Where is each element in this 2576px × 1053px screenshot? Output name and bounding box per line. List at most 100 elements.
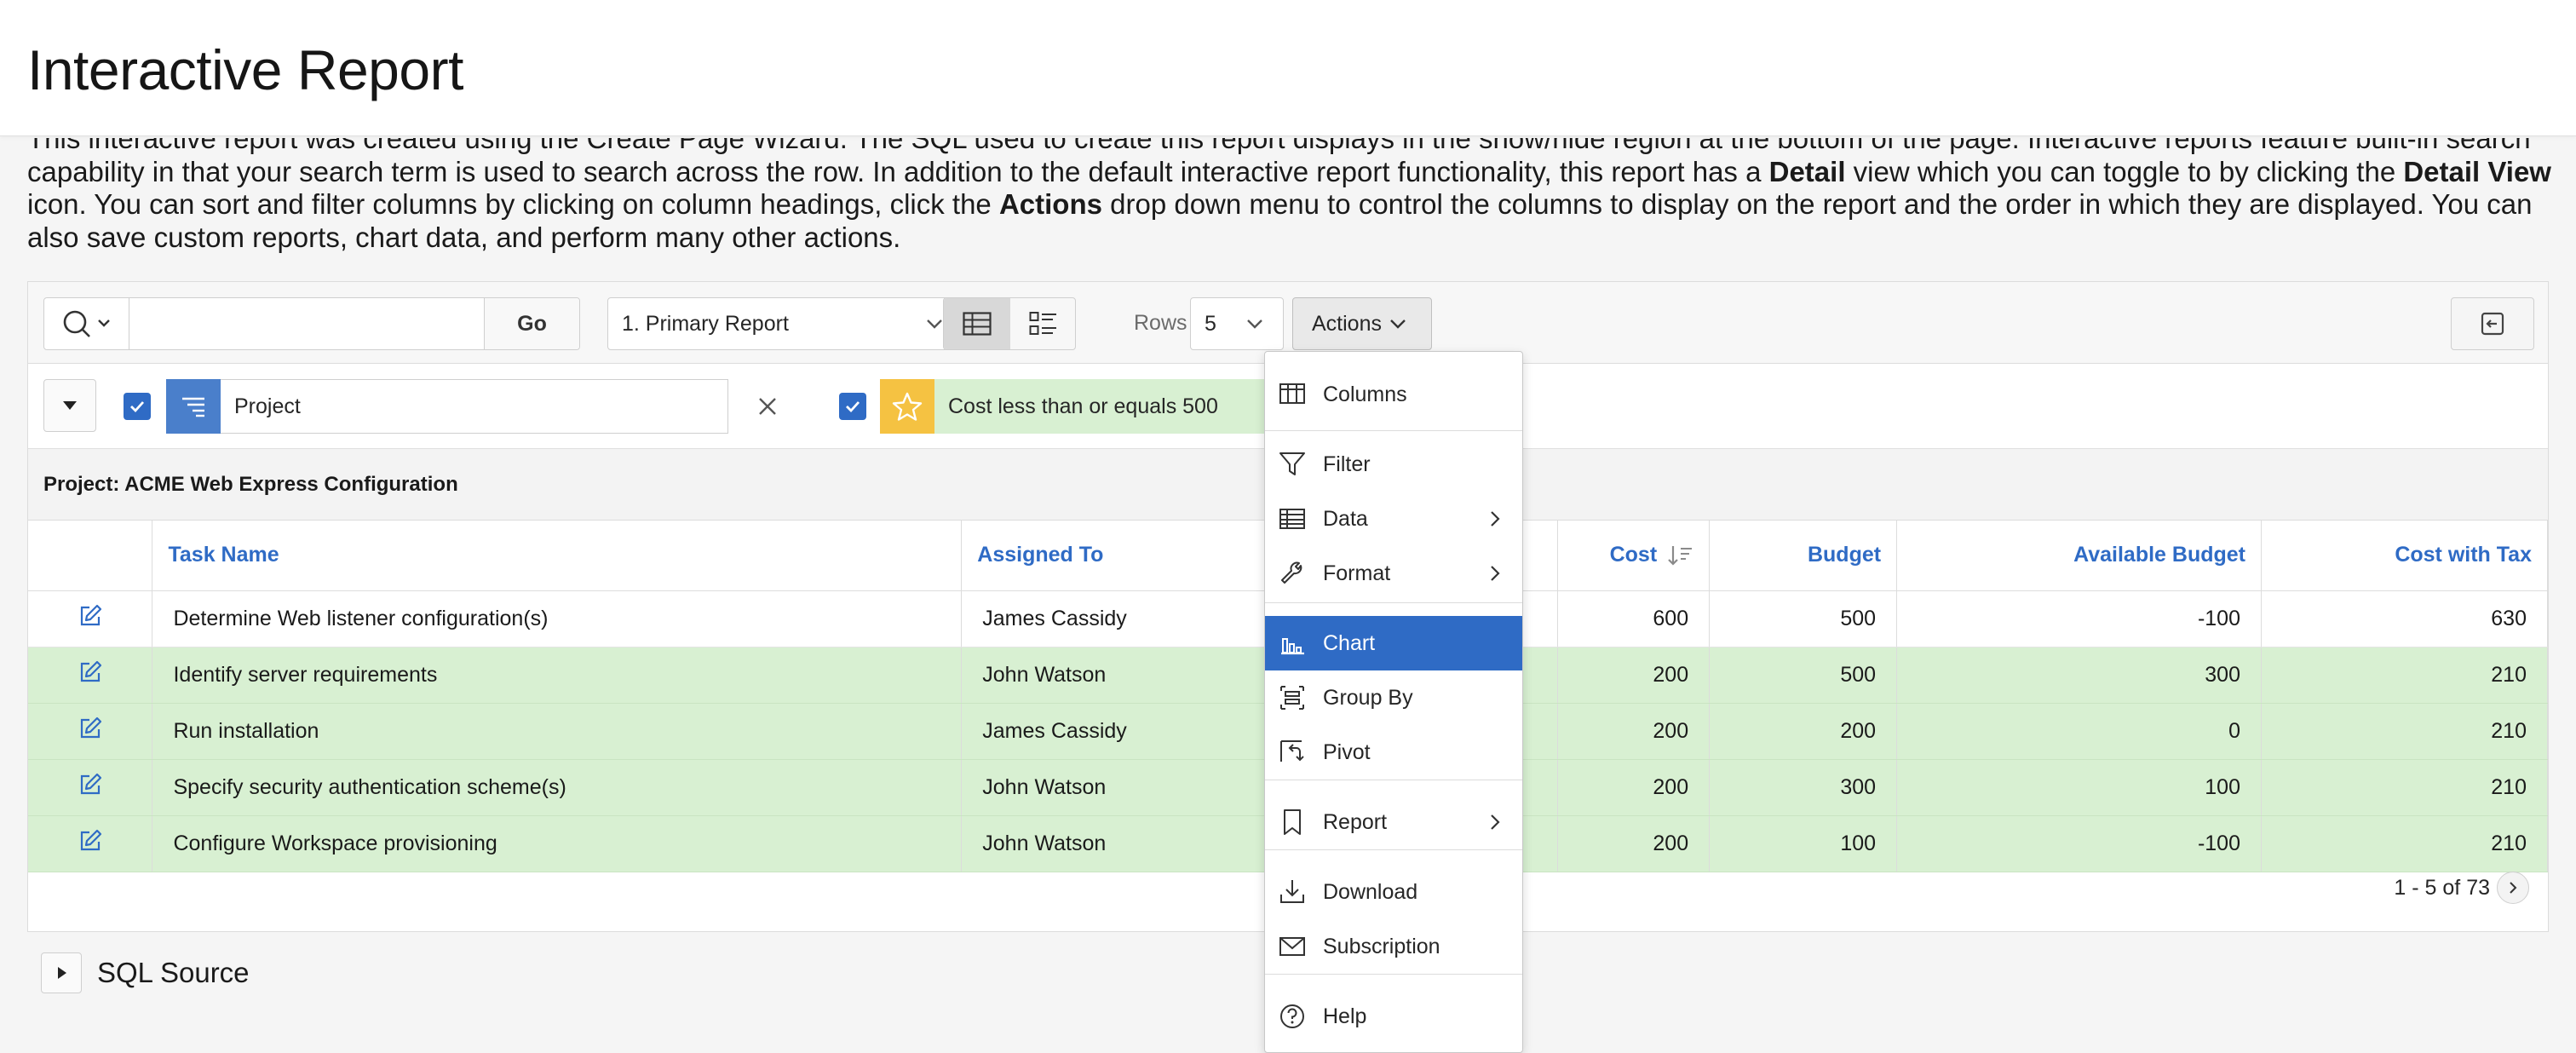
filter-icon <box>1279 452 1305 475</box>
cell-available-budget: -100 <box>1896 815 2262 872</box>
intro-part: view which you can toggle to by clicking… <box>1845 155 2404 187</box>
menu-item-label: Format <box>1323 561 1391 585</box>
menu-item-label: Data <box>1323 506 1368 531</box>
edit-cell <box>28 815 153 872</box>
intro-bold: Detail View <box>2403 155 2551 187</box>
view-toggle <box>943 297 1076 350</box>
edit-icon <box>80 773 101 794</box>
column-header-cost-with-tax[interactable]: Cost with Tax <box>2261 521 2548 591</box>
menu-item-group-by[interactable]: Group By <box>1265 670 1522 725</box>
pagination-range: 1 - 5 of 73 <box>2394 875 2490 900</box>
report-view-button[interactable] <box>944 298 1010 349</box>
edit-icon <box>80 604 101 625</box>
envelope-icon <box>1279 937 1305 956</box>
menu-separator <box>1265 974 1522 975</box>
cell-task-name: Identify server requirements <box>152 647 963 704</box>
menu-item-report[interactable]: Report <box>1265 795 1522 849</box>
actions-menu-button[interactable]: Actions <box>1292 297 1432 350</box>
edit-button[interactable] <box>78 716 103 747</box>
data-icon <box>1279 509 1305 529</box>
detail-view-button[interactable] <box>1010 298 1075 349</box>
cell-available-budget: -100 <box>1896 590 2262 647</box>
remove-control-break-button[interactable] <box>750 389 785 428</box>
search-column-menu[interactable] <box>44 298 129 349</box>
sql-source-toggle[interactable] <box>41 952 82 993</box>
menu-separator <box>1265 849 1522 850</box>
cell-cost-with-tax: 210 <box>2261 703 2548 760</box>
column-header-cost[interactable]: Cost <box>1557 521 1711 591</box>
chevron-right-icon <box>1491 566 1500 581</box>
actions-label: Actions <box>1312 311 1382 336</box>
menu-item-columns[interactable]: Columns <box>1265 367 1522 422</box>
grid-view-icon <box>963 312 992 336</box>
edit-cell <box>28 703 153 760</box>
column-header-budget[interactable]: Budget <box>1709 521 1898 591</box>
cell-budget: 500 <box>1709 590 1898 647</box>
menu-item-help[interactable]: Help <box>1265 989 1522 1044</box>
edit-cell <box>28 647 153 704</box>
sql-source-title[interactable]: SQL Source <box>97 957 250 989</box>
saved-report-value: 1. Primary Report <box>622 311 789 336</box>
cell-task-name: Run installation <box>152 703 963 760</box>
menu-item-chart[interactable]: Chart <box>1265 616 1522 670</box>
rows-value: 5 <box>1205 311 1216 336</box>
menu-item-label: Download <box>1323 879 1418 904</box>
menu-item-data[interactable]: Data <box>1265 492 1522 546</box>
intro-bold: Detail <box>1768 155 1846 187</box>
help-icon <box>1280 1004 1304 1028</box>
menu-item-label: Filter <box>1323 452 1371 476</box>
column-header-available-budget[interactable]: Available Budget <box>1896 521 2262 591</box>
reset-icon <box>2481 312 2504 336</box>
collapse-filters-button[interactable] <box>43 379 96 432</box>
rows-select[interactable]: 5 <box>1190 297 1284 350</box>
search-icon <box>63 310 110 337</box>
filter-checkbox[interactable] <box>839 393 866 420</box>
search-input[interactable] <box>129 298 486 349</box>
go-button[interactable]: Go <box>484 298 579 349</box>
menu-item-label: Report <box>1323 809 1388 834</box>
search-group: Go <box>43 297 580 350</box>
edit-button[interactable] <box>78 772 103 803</box>
reset-button[interactable] <box>2451 297 2534 350</box>
cell-cost: 200 <box>1557 703 1711 760</box>
menu-item-pivot[interactable]: Pivot <box>1265 725 1522 780</box>
menu-item-download[interactable]: Download <box>1265 865 1522 919</box>
menu-item-subscription[interactable]: Subscription <box>1265 919 1522 974</box>
close-icon <box>759 398 776 415</box>
edit-icon <box>80 716 101 738</box>
edit-button[interactable] <box>78 828 103 860</box>
menu-item-format[interactable]: Format <box>1265 546 1522 601</box>
chevron-right-icon <box>1491 511 1500 526</box>
filter-label: Cost less than or equals 500 <box>934 379 1292 434</box>
chart-icon <box>1281 638 1304 655</box>
sort-ascending-icon <box>1668 546 1693 566</box>
cell-cost-with-tax: 210 <box>2261 759 2548 816</box>
next-page-button[interactable] <box>2497 872 2529 904</box>
menu-separator <box>1265 430 1522 431</box>
menu-item-filter[interactable]: Filter <box>1265 437 1522 492</box>
intro-part: icon. You can sort and filter columns by… <box>27 188 999 220</box>
cell-cost-with-tax: 630 <box>2261 590 2548 647</box>
actions-menu: Columns Filter Data Format Chart Group By Pivo… <box>1264 351 1523 1053</box>
cell-task-name: Specify security authentication scheme(s… <box>152 759 963 816</box>
control-break-chip[interactable]: Project <box>166 379 728 434</box>
column-header-task-name[interactable]: Task Name <box>152 521 963 591</box>
cell-cost-with-tax: 210 <box>2261 647 2548 704</box>
edit-button[interactable] <box>78 603 103 635</box>
group-by-icon <box>1280 686 1304 710</box>
cell-cost-with-tax: 210 <box>2261 815 2548 872</box>
caret-down-icon <box>63 401 77 410</box>
control-break-checkbox[interactable] <box>124 393 151 420</box>
wrench-icon <box>1281 561 1302 584</box>
saved-report-select[interactable]: 1. Primary Report <box>607 297 963 350</box>
cost-header-label: Cost <box>1609 543 1658 567</box>
edit-button[interactable] <box>78 659 103 691</box>
cell-available-budget: 100 <box>1896 759 2262 816</box>
control-break-icon-box <box>166 379 221 434</box>
highlight-icon-box <box>880 379 934 434</box>
edit-cell <box>28 759 153 816</box>
chevron-down-icon <box>1390 319 1406 329</box>
cell-budget: 100 <box>1709 815 1898 872</box>
cell-budget: 200 <box>1709 703 1898 760</box>
filter-chip[interactable]: Cost less than or equals 500 <box>880 379 1292 434</box>
